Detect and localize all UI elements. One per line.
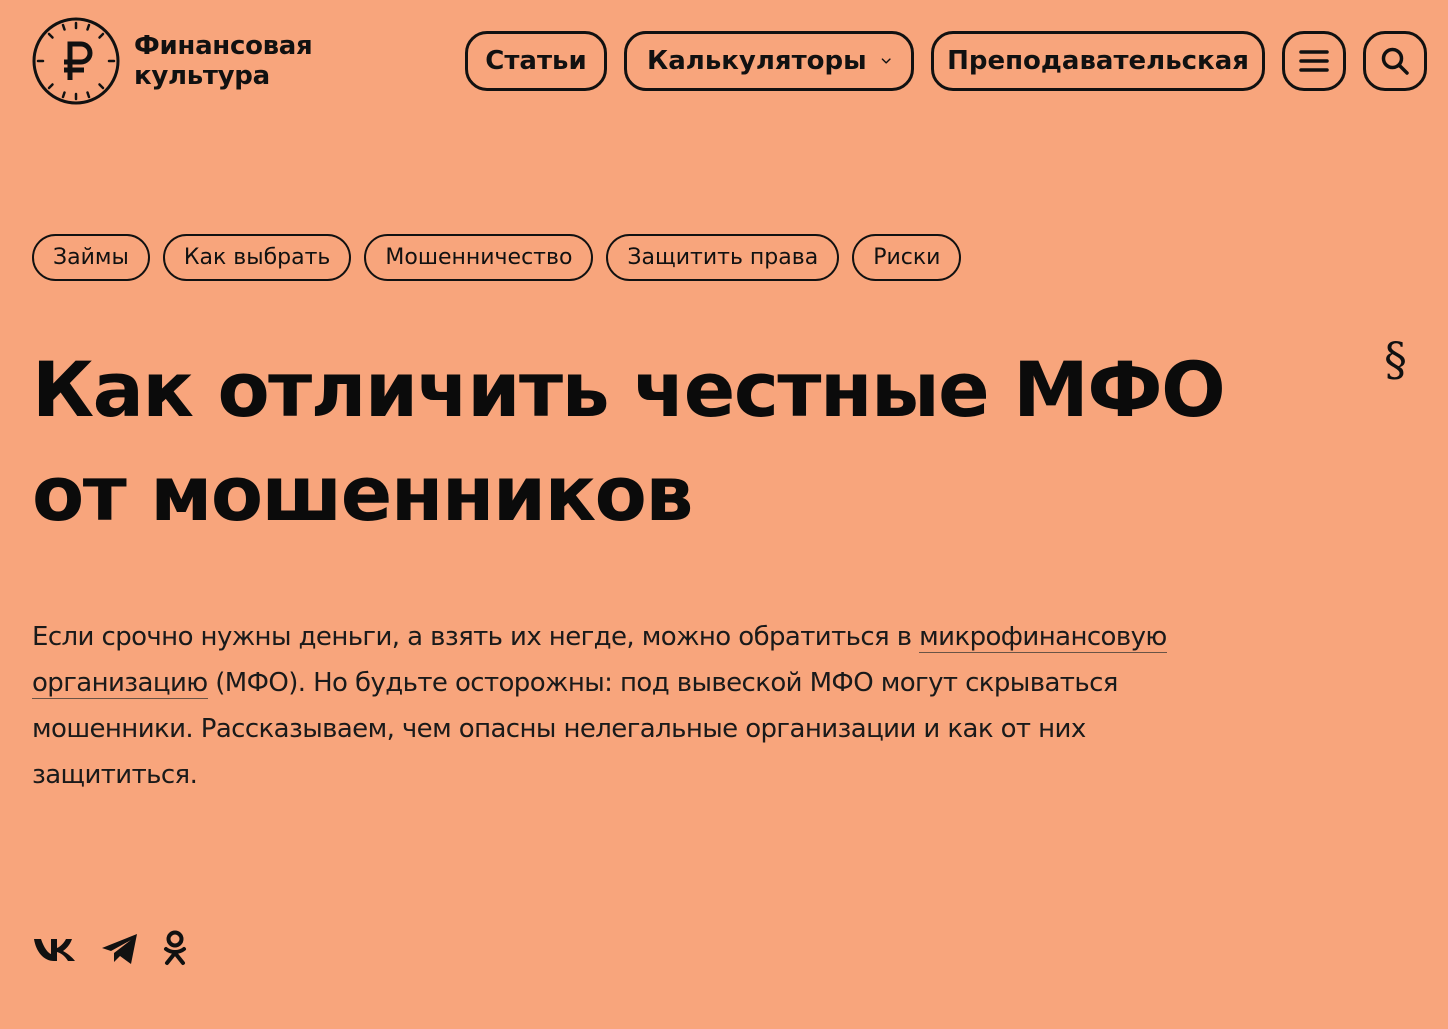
nav-articles-button[interactable]: Статьи: [465, 31, 607, 91]
article-title: Как отличить честные МФО от мошенников: [32, 345, 1226, 538]
chevron-down-icon: [881, 58, 891, 64]
site-header: Финансовая культура Статьи Калькуляторы …: [0, 0, 1448, 130]
nav-calculators-dropdown[interactable]: Калькуляторы: [624, 31, 914, 91]
nav-teachers-button[interactable]: Преподавательская: [931, 31, 1265, 91]
lead-text-before: Если срочно нужны деньги, а взять их нег…: [32, 622, 920, 652]
site-logo[interactable]: Финансовая культура: [32, 14, 313, 108]
menu-button[interactable]: [1282, 31, 1346, 91]
nav-articles-label: Статьи: [485, 46, 587, 76]
section-sign-icon[interactable]: §: [1384, 332, 1407, 386]
search-button[interactable]: [1363, 31, 1427, 91]
telegram-icon[interactable]: [100, 932, 140, 966]
tag-kak-vybrat[interactable]: Как выбрать: [162, 234, 352, 281]
logo-text: Финансовая культура: [134, 31, 313, 91]
tag-zaymy[interactable]: Займы: [32, 234, 150, 281]
nav-calculators-label: Калькуляторы: [647, 46, 867, 76]
article-lead: Если срочно нужны деньги, а взять их нег…: [32, 614, 1222, 798]
nav-teachers-label: Преподавательская: [947, 46, 1249, 76]
tag-list: Займы Как выбрать Мошенничество Защитить…: [32, 234, 974, 281]
vk-icon[interactable]: [32, 935, 78, 963]
ruble-clock-icon: [32, 17, 120, 105]
search-icon: [1381, 47, 1409, 75]
odnoklassniki-icon[interactable]: [162, 930, 188, 968]
hamburger-menu-icon: [1299, 50, 1329, 72]
social-share: [32, 930, 210, 968]
logo-line-2: культура: [134, 61, 270, 91]
logo-line-1: Финансовая: [134, 31, 313, 61]
tag-riski[interactable]: Риски: [852, 234, 962, 281]
tag-moshennichestvo[interactable]: Мошенничество: [364, 234, 594, 281]
tag-zashchitit-prava[interactable]: Защитить права: [606, 234, 840, 281]
main-nav: Статьи Калькуляторы Преподавательская: [465, 31, 1427, 91]
